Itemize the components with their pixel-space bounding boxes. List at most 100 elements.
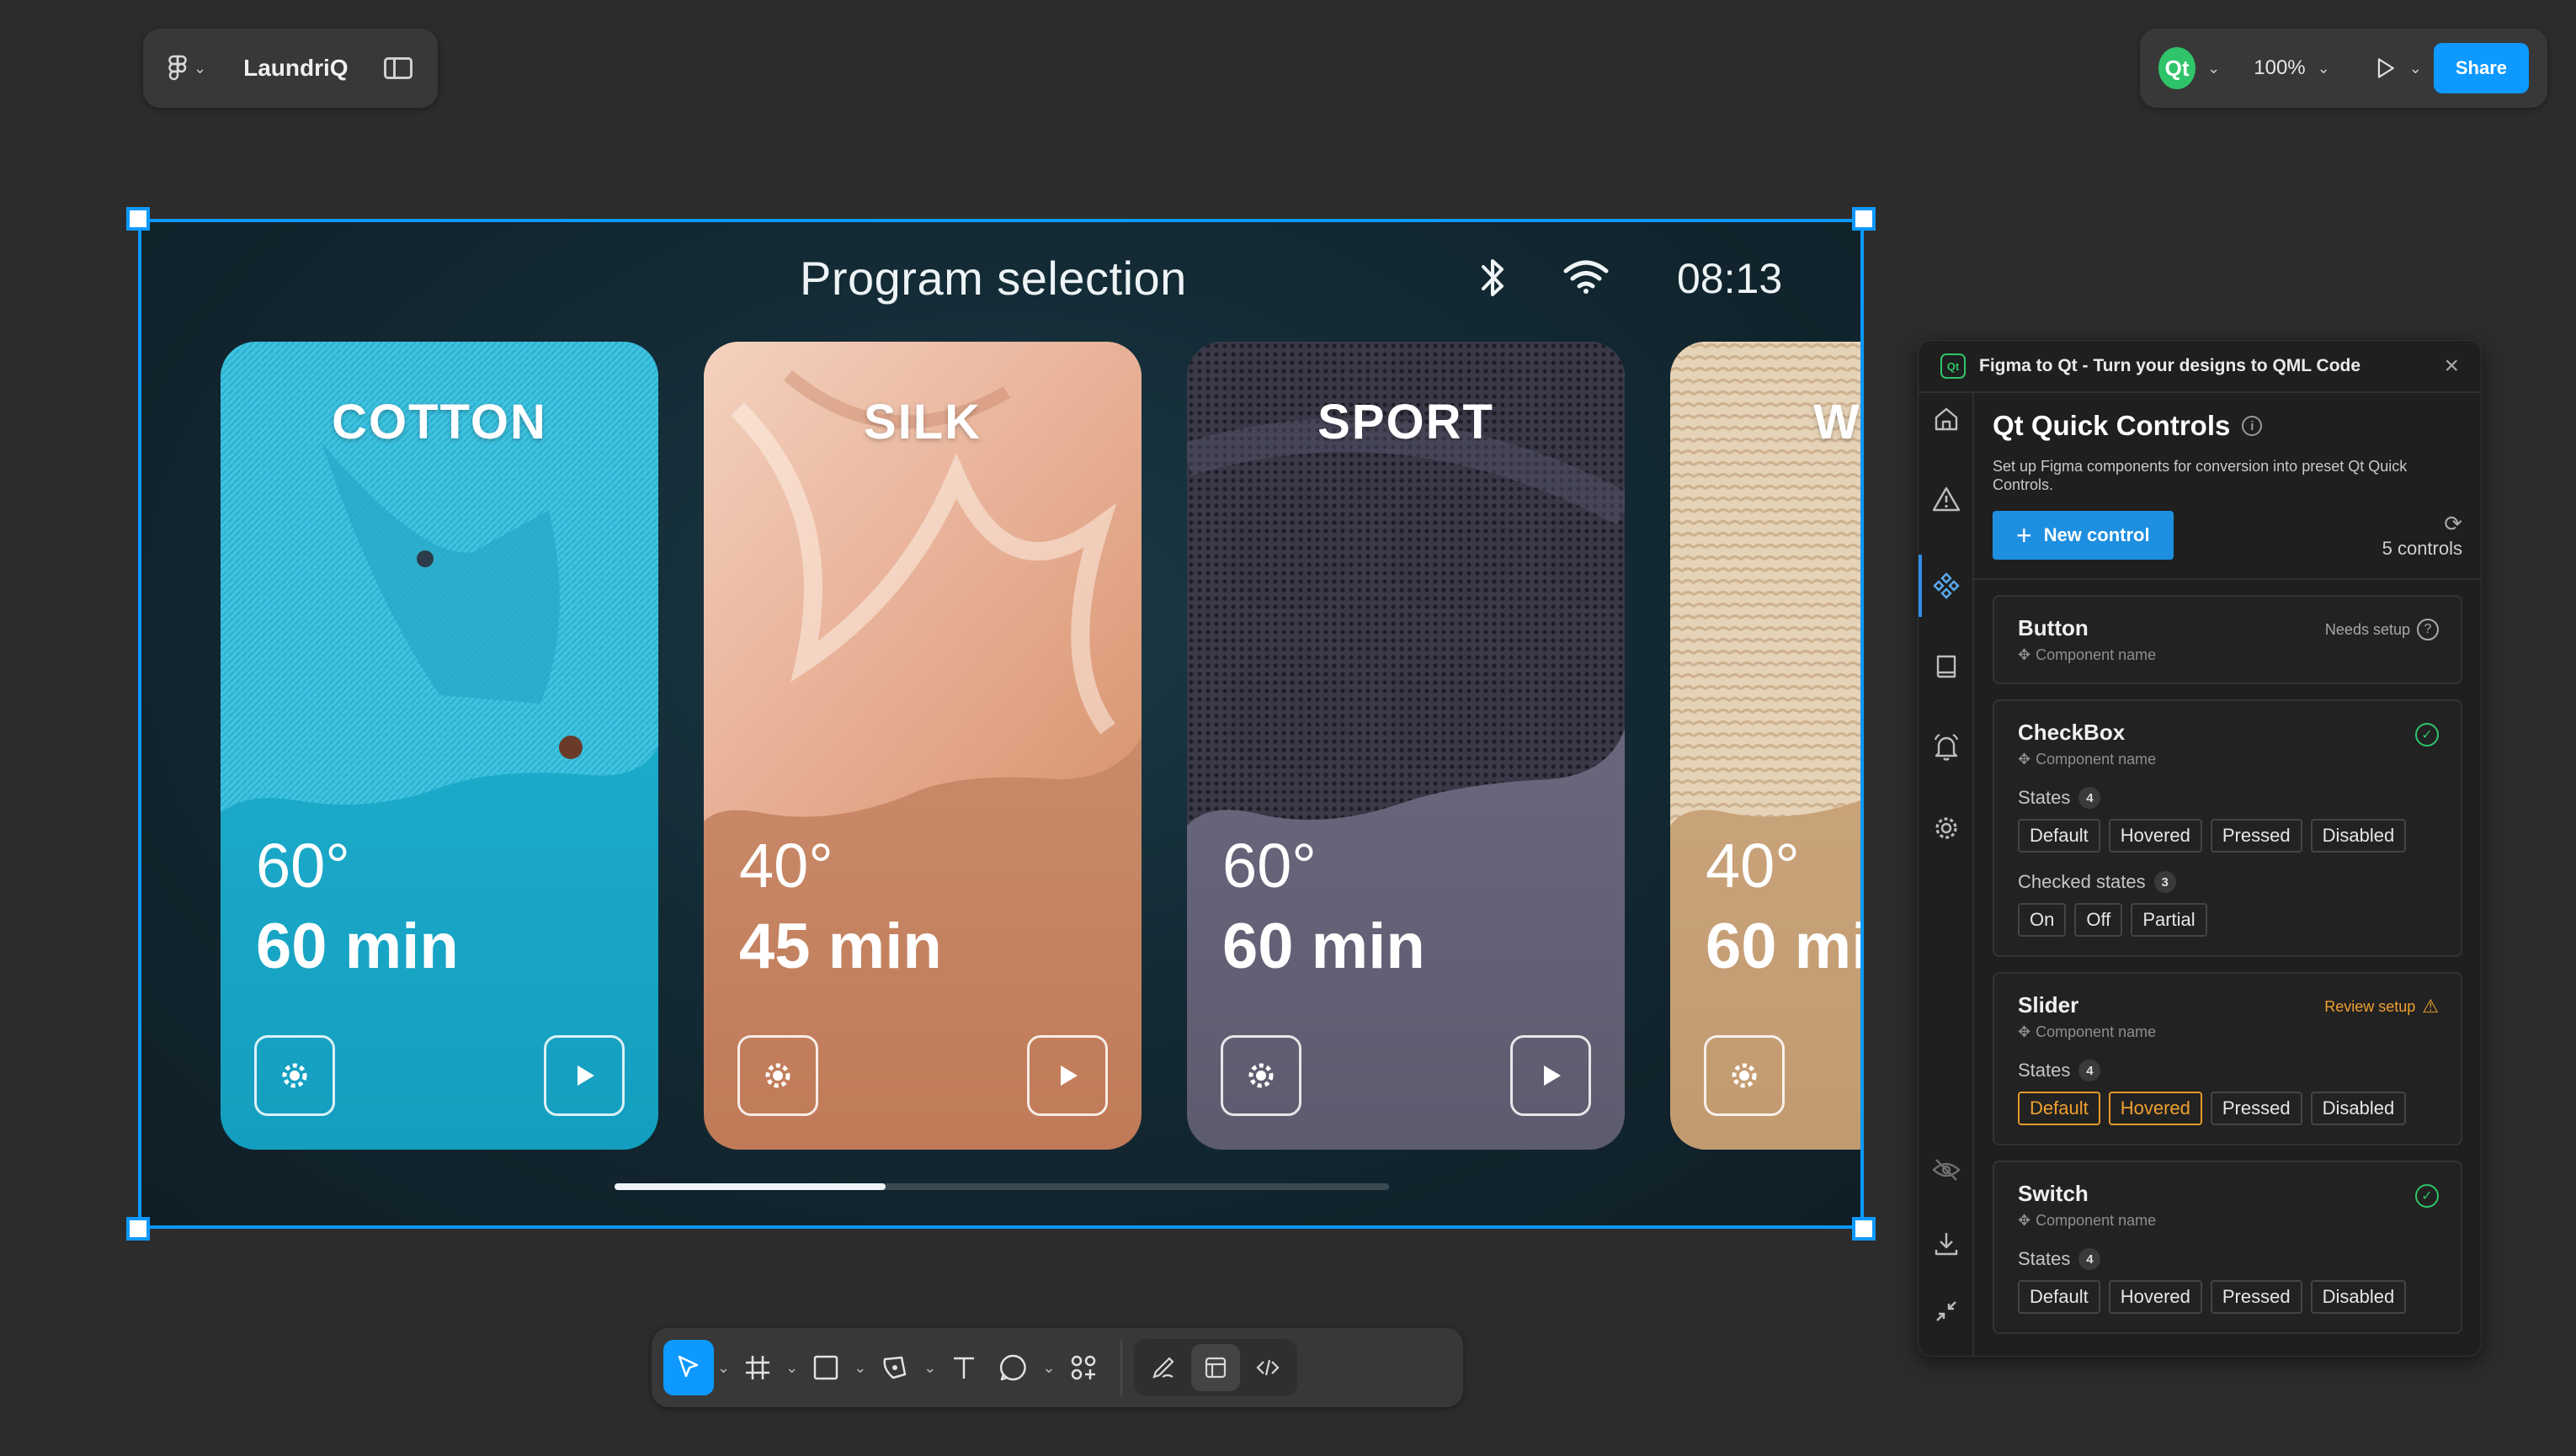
card-background — [1187, 342, 1625, 1150]
main-menu-button[interactable]: ⌄ — [168, 55, 206, 82]
component-icon: ✥ — [2018, 1023, 2031, 1040]
warning-icon: ⚠ — [2422, 996, 2439, 1017]
state-chip[interactable]: Default — [2018, 1092, 2100, 1125]
program-card-wool[interactable]: WO 40° 60 min — [1670, 342, 1864, 1150]
design-icon — [1206, 1357, 1227, 1379]
refresh-icon[interactable]: ⟳ — [2382, 513, 2462, 534]
state-chip[interactable]: Partial — [2131, 903, 2207, 937]
settings-button[interactable] — [1221, 1035, 1301, 1116]
state-chip[interactable]: Hovered — [2108, 1092, 2202, 1125]
components-icon — [1072, 1355, 1096, 1380]
components-icon[interactable] — [1929, 568, 1964, 603]
book-icon[interactable] — [1929, 649, 1964, 684]
gear-icon — [282, 1063, 307, 1088]
comment-tool[interactable] — [988, 1340, 1039, 1395]
start-button[interactable] — [544, 1035, 625, 1116]
state-chip[interactable]: On — [2018, 903, 2067, 937]
program-name: WO — [1813, 395, 1864, 449]
close-icon[interactable]: × — [2444, 352, 2459, 380]
chevron-down-icon[interactable]: ⌄ — [2409, 60, 2422, 77]
home-icon[interactable] — [1929, 401, 1964, 437]
state-chip[interactable]: Disabled — [2310, 1280, 2407, 1314]
present-play-icon[interactable] — [2372, 54, 2398, 82]
chevron-down-icon[interactable]: ⌄ — [2207, 60, 2220, 77]
dev-mode-button[interactable] — [1243, 1344, 1292, 1391]
help-icon[interactable]: ? — [2417, 619, 2439, 640]
control-card-slider[interactable]: Slider ✥ Component name Review setup ⚠ St… — [1993, 972, 2462, 1145]
download-icon[interactable] — [1929, 1226, 1964, 1262]
state-chip[interactable]: Disabled — [2310, 1092, 2407, 1125]
state-chip[interactable]: Default — [2018, 1280, 2100, 1314]
gear-icon — [765, 1063, 790, 1088]
text-tool[interactable] — [939, 1340, 988, 1395]
control-card-switch[interactable]: Switch ✥ Component name ✓ States 4 Default… — [1993, 1161, 2462, 1334]
state-chip[interactable]: Off — [2074, 903, 2123, 937]
state-chip[interactable]: Hovered — [2108, 1280, 2202, 1314]
state-chip[interactable]: Disabled — [2310, 819, 2407, 853]
move-icon — [678, 1355, 699, 1378]
laundriq-frame[interactable]: Program selection 08:13 COTTON 60° 60 mi… — [138, 219, 1864, 1229]
collapse-icon[interactable] — [1929, 1294, 1964, 1329]
shape-tool[interactable] — [801, 1340, 850, 1395]
text-icon — [954, 1357, 975, 1379]
resize-handle[interactable] — [1852, 207, 1876, 231]
move-tool[interactable] — [663, 1340, 714, 1395]
share-button[interactable]: Share — [2433, 43, 2529, 93]
section-description: Set up Figma components for conversion i… — [1993, 458, 2408, 493]
carousel-scroll-thumb[interactable] — [615, 1183, 886, 1190]
chevron-down-icon: ⌄ — [194, 59, 207, 77]
chevron-down-icon[interactable]: ⌄ — [2318, 60, 2330, 77]
state-chips: Default Hovered Pressed Disabled — [2018, 1280, 2437, 1314]
actions-tool[interactable] — [1058, 1340, 1109, 1395]
resize-handle[interactable] — [1852, 1217, 1876, 1241]
check-circle-icon: ✓ — [2415, 1184, 2439, 1208]
chevron-down-icon[interactable]: ⌄ — [920, 1340, 939, 1395]
warning-icon[interactable] — [1929, 482, 1964, 518]
start-button[interactable] — [1027, 1035, 1108, 1116]
state-chip[interactable]: Pressed — [2210, 1092, 2302, 1125]
carousel-scrollbar[interactable] — [615, 1183, 1389, 1190]
toggle-sidebar-icon[interactable] — [384, 57, 412, 79]
settings-button[interactable] — [254, 1035, 335, 1116]
zoom-level[interactable]: 100% — [2254, 56, 2305, 80]
start-button[interactable] — [1510, 1035, 1591, 1116]
tool-dock: ⌄ ⌄ ⌄ ⌄ ⌄ — [652, 1328, 1463, 1407]
program-card-cotton[interactable]: COTTON 60° 60 min — [221, 342, 658, 1150]
avatar[interactable]: Qt — [2158, 47, 2196, 89]
hidden-eye-icon[interactable] — [1929, 1152, 1964, 1188]
divider — [1974, 578, 2481, 580]
chevron-down-icon[interactable]: ⌄ — [850, 1340, 870, 1395]
notification-bell-icon[interactable] — [1929, 730, 1964, 765]
frame-tool[interactable] — [733, 1340, 782, 1395]
draw-icon — [1152, 1357, 1175, 1379]
card-background — [704, 342, 1142, 1150]
state-chip[interactable]: Pressed — [2210, 1280, 2302, 1314]
settings-button[interactable] — [1704, 1035, 1785, 1116]
play-icon — [1061, 1065, 1078, 1086]
chevron-down-icon[interactable]: ⌄ — [714, 1340, 733, 1395]
draw-mode-button[interactable] — [1139, 1344, 1188, 1391]
chevron-down-icon[interactable]: ⌄ — [782, 1340, 801, 1395]
info-icon[interactable]: i — [2242, 416, 2263, 436]
state-chip[interactable]: Pressed — [2210, 819, 2302, 853]
program-card-sport[interactable]: SPORT 60° 60 min — [1187, 342, 1625, 1150]
design-mode-button[interactable] — [1191, 1344, 1241, 1391]
plus-icon: + — [2016, 520, 2032, 550]
resize-handle[interactable] — [126, 207, 150, 231]
file-name[interactable]: LaundriQ — [243, 55, 348, 82]
program-card-silk[interactable]: SILK 40° 45 min — [704, 342, 1142, 1150]
pen-tool[interactable] — [870, 1340, 920, 1395]
controls-count-label: 5 controls — [2382, 538, 2462, 559]
state-chips: Default Hovered Pressed Disabled — [2018, 1092, 2437, 1125]
new-control-button[interactable]: + New control — [1993, 511, 2174, 560]
settings-button[interactable] — [737, 1035, 818, 1116]
chevron-down-icon[interactable]: ⌄ — [1039, 1340, 1058, 1395]
control-card-button[interactable]: Button ✥ Component name Needs setup ? — [1993, 595, 2462, 684]
resize-handle[interactable] — [126, 1217, 150, 1241]
state-chip[interactable]: Default — [2018, 819, 2100, 853]
gear-icon[interactable] — [1929, 810, 1964, 846]
qt-logo-icon: Qt — [1940, 353, 1966, 379]
program-duration: 60 min — [1222, 911, 1425, 982]
state-chip[interactable]: Hovered — [2108, 819, 2202, 853]
control-card-checkbox[interactable]: CheckBox ✥ Component name ✓ States 4 Defau… — [1993, 699, 2462, 957]
